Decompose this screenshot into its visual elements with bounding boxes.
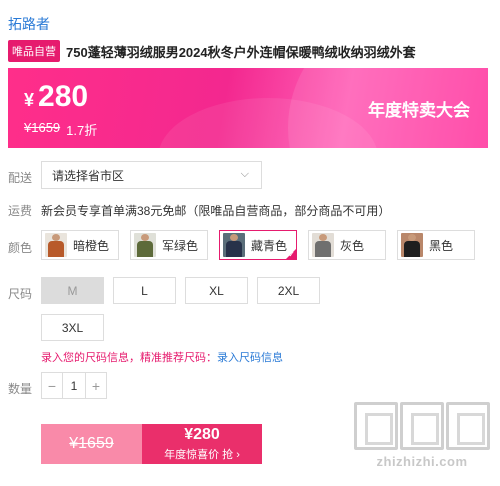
color-thumbnail: [134, 233, 156, 257]
color-option-dark-orange[interactable]: 暗橙色: [41, 230, 119, 260]
color-option-label: 灰色: [340, 238, 365, 253]
currency-symbol: ¥: [24, 90, 35, 110]
size-option-xl[interactable]: XL: [185, 277, 248, 304]
size-recommendation-tip: 录入您的尺码信息，精准推荐尺码：录入尺码信息: [41, 349, 283, 365]
quantity-label: 数量: [8, 382, 33, 396]
region-select[interactable]: 请选择省市区 ⌵: [41, 161, 262, 189]
color-thumbnail: [45, 233, 67, 257]
buy-price: ¥280: [184, 425, 220, 443]
color-option-navy[interactable]: 藏青色 ✓: [219, 230, 297, 260]
minus-icon[interactable]: −: [42, 373, 62, 398]
checkmark-icon: ✓: [288, 250, 295, 259]
size-option-3xl[interactable]: 3XL: [41, 314, 104, 341]
size-option-l[interactable]: L: [113, 277, 176, 304]
original-price: ¥1659: [24, 120, 61, 135]
size-option-m[interactable]: M: [41, 277, 104, 304]
plus-icon[interactable]: +: [86, 373, 106, 398]
color-options: 暗橙色 军绿色 藏青色 ✓ 灰色 黑色: [41, 230, 491, 260]
price-subline: ¥1659 1.7折: [24, 120, 97, 139]
watermark: zhizhizhi.com: [354, 402, 490, 469]
size-label: 尺码: [8, 287, 33, 301]
shipping-info: 新会员专享首单满38元免邮（限唯品自营商品，部分商品不可用）: [41, 204, 391, 218]
quantity-stepper: − 1 +: [41, 372, 107, 399]
current-price-value: 280: [38, 80, 89, 113]
buy-bar: ¥1659 ¥280 年度惊喜价 抢 ›: [41, 424, 262, 464]
size-options: M L XL 2XL 3XL: [41, 277, 341, 341]
event-title: 年度特卖大会: [368, 101, 470, 120]
color-option-label: 暗橙色: [73, 238, 110, 253]
delivery-label: 配送: [8, 171, 33, 185]
product-title-row: 唯品自营 750蓬轻薄羽绒服男2024秋冬户外连帽保暖鸭绒收纳羽绒外套: [8, 40, 494, 62]
brand-name[interactable]: 拓路者: [8, 14, 50, 34]
color-option-black[interactable]: 黑色: [397, 230, 475, 260]
original-price-button[interactable]: ¥1659: [41, 424, 142, 464]
enter-size-link[interactable]: 录入尺码信息: [217, 352, 283, 364]
size-option-2xl[interactable]: 2XL: [257, 277, 320, 304]
buy-now-button[interactable]: ¥280 年度惊喜价 抢 ›: [142, 424, 262, 464]
size-tip-text: 录入您的尺码信息，精准推荐尺码：: [41, 352, 217, 364]
color-option-label: 黑色: [429, 238, 454, 253]
region-select-placeholder: 请选择省市区: [52, 168, 125, 183]
color-option-label: 藏青色: [251, 238, 288, 253]
price-banner: ¥ 280 ¥1659 1.7折 年度特卖大会: [8, 68, 488, 148]
quantity-value[interactable]: 1: [62, 373, 86, 398]
color-option-label: 军绿色: [162, 238, 199, 253]
color-option-gray[interactable]: 灰色: [308, 230, 386, 260]
self-operated-badge: 唯品自营: [8, 40, 60, 62]
color-label: 颜色: [8, 241, 33, 255]
current-price: ¥ 280: [24, 80, 88, 114]
watermark-logo: [354, 402, 490, 450]
watermark-url: zhizhizhi.com: [376, 454, 468, 469]
chevron-down-icon: ⌵: [240, 168, 249, 180]
color-thumbnail: [401, 233, 423, 257]
shipping-label: 运费: [8, 204, 33, 218]
color-thumbnail: [312, 233, 334, 257]
color-option-army-green[interactable]: 军绿色: [130, 230, 208, 260]
discount-rate: 1.7折: [66, 123, 98, 138]
product-title: 750蓬轻薄羽绒服男2024秋冬户外连帽保暖鸭绒收纳羽绒外套: [66, 44, 416, 60]
color-thumbnail: [223, 233, 245, 257]
buy-action-label: 年度惊喜价 抢 ›: [164, 448, 240, 461]
